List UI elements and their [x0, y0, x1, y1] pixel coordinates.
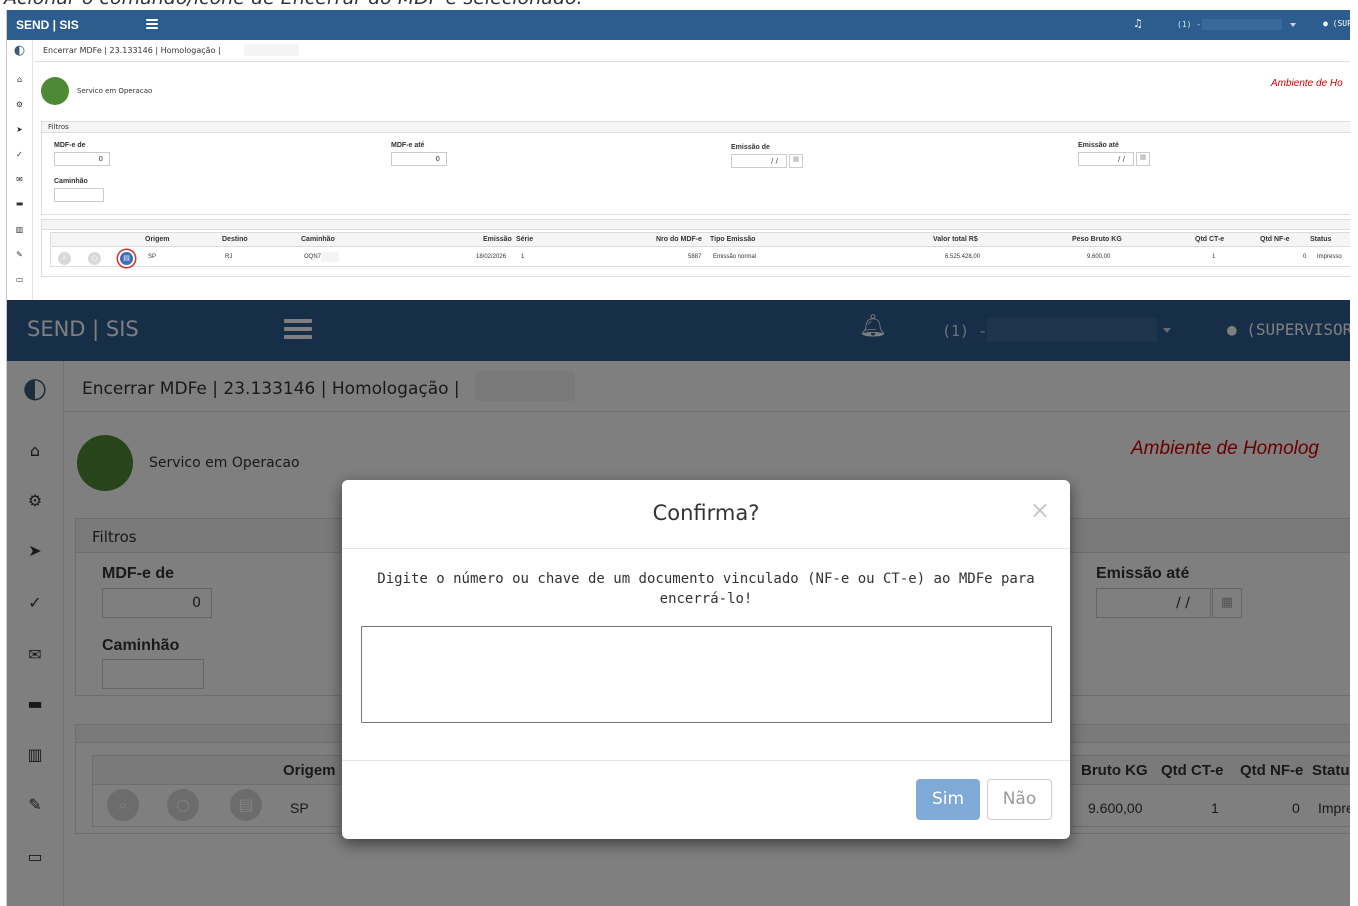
- cell-caminhao: OQN7: [304, 254, 322, 260]
- app-small: SEND | SIS ♫ (1) - ● (SUP ◐ ⌂ ⚙ ➤ ✓ ✉ ▬ …: [6, 10, 1350, 300]
- view-button[interactable]: ⌕: [58, 252, 71, 265]
- cell-tipo: Emissão normal: [713, 254, 757, 260]
- col-valor-total[interactable]: Valor total R$: [933, 236, 978, 243]
- sidebar: ◐ ⌂ ⚙ ➤ ✓ ✉ ▬ ▥ ✎ ▭: [7, 40, 33, 300]
- emissao-de-input[interactable]: / /: [731, 154, 787, 168]
- status-text: Servico em Operacao: [77, 87, 153, 95]
- page-header: Encerrar MDFe | 23.133146 | Homologação …: [34, 40, 1350, 62]
- col-nro-mdfe[interactable]: Nro do MDF-e: [656, 236, 702, 243]
- print-icon[interactable]: ▭: [7, 275, 32, 284]
- brand-logo[interactable]: SEND | SIS: [16, 18, 79, 32]
- cogs-icon[interactable]: ⚙: [7, 100, 32, 109]
- col-peso-bruto[interactable]: Peso Bruto KG: [1072, 236, 1122, 243]
- cell-valor: 6.525.428,00: [945, 254, 981, 260]
- user-name: (SUP: [1332, 19, 1350, 28]
- col-qtd-cte[interactable]: Qtd CT-e: [1195, 236, 1224, 243]
- confirm-no-button[interactable]: Não: [987, 779, 1052, 820]
- col-tipo-emissao[interactable]: Tipo Emissão: [710, 236, 755, 243]
- caption-text: Acionar o comando/ícone de Encerrar do M…: [4, 0, 583, 9]
- send-icon[interactable]: ➤: [7, 125, 32, 134]
- page-title: Encerrar MDFe | 23.133146 | Homologação …: [43, 46, 221, 55]
- cell-origem: SP: [148, 254, 157, 260]
- logo-icon[interactable]: ◐: [7, 43, 32, 58]
- emissao-de-label: Emissão de: [731, 144, 770, 151]
- cell-peso: 9.600,00: [1087, 254, 1111, 260]
- emissao-ate-label: Emissão até: [1078, 142, 1119, 149]
- envelope-icon[interactable]: ✉: [7, 175, 32, 184]
- cell-emissao: 18/02/2026: [476, 254, 507, 260]
- col-emissao[interactable]: Emissão: [483, 236, 512, 243]
- home-icon[interactable]: ⌂: [7, 75, 32, 84]
- wrench-icon[interactable]: ✎: [7, 250, 32, 259]
- environment-label: Ambiente de Ho: [1271, 78, 1343, 89]
- emissao-ate-input[interactable]: / /: [1078, 152, 1134, 166]
- truck-icon[interactable]: ▬: [7, 199, 32, 208]
- filters-title: Filtros: [48, 123, 69, 131]
- cell-qtd-nfe: 0: [1303, 254, 1307, 260]
- cell-serie: 1: [521, 254, 525, 260]
- company-caret-icon[interactable]: [1290, 23, 1296, 27]
- mdfe-ate-input[interactable]: 0: [391, 152, 447, 166]
- dialog-message: Digite o número ou chave de um documento…: [377, 571, 1035, 607]
- cell-status: Impresso: [1317, 254, 1342, 260]
- col-status[interactable]: Status: [1310, 236, 1331, 243]
- document-key-input[interactable]: [361, 626, 1052, 723]
- notifications-bell-icon[interactable]: ♫: [1133, 17, 1143, 30]
- col-origem[interactable]: Origem: [145, 236, 170, 243]
- mdfe-grid: Origem Destino Caminhão Emissão Série Nr…: [41, 219, 1350, 277]
- mdfe-de-label: MDF-e de: [54, 142, 86, 149]
- instruction-caption: Acionar o comando/ícone de Encerrar do M…: [0, 0, 1358, 10]
- col-qtd-nfe[interactable]: Qtd NF-e: [1260, 236, 1290, 243]
- confirm-dialog: Confirma? × Digite o número ou chave de …: [342, 480, 1070, 839]
- emissao-ate-calendar-icon[interactable]: ▦: [1136, 152, 1150, 166]
- status-indicator: [41, 77, 69, 105]
- encerrar-button[interactable]: ▤: [120, 252, 133, 265]
- dialog-title: Confirma?: [652, 501, 760, 525]
- mdfe-de-input[interactable]: 0: [54, 152, 110, 166]
- check-double-icon[interactable]: ✓: [7, 150, 32, 159]
- caminhao-input[interactable]: [54, 188, 104, 202]
- map-icon[interactable]: ▥: [7, 225, 32, 234]
- caminhao-label: Caminhão: [54, 178, 88, 185]
- company-name-redacted: [1202, 19, 1282, 30]
- cancel-button[interactable]: ○: [88, 252, 101, 265]
- filters-panel: Filtros MDF-e de 0 MDF-e até 0 Emissão d…: [41, 121, 1350, 215]
- col-caminhao[interactable]: Caminhão: [301, 236, 335, 243]
- confirm-yes-button[interactable]: Sim: [916, 779, 980, 820]
- user-menu[interactable]: ● (SUP: [1323, 19, 1350, 28]
- cell-destino: RJ: [225, 254, 233, 260]
- title-redacted: [244, 44, 299, 56]
- cell-nro: 5887: [688, 254, 702, 260]
- cell-qtd-cte: 1: [1212, 254, 1216, 260]
- caminhao-redacted: [321, 252, 339, 262]
- close-icon[interactable]: ×: [1030, 496, 1050, 524]
- menu-toggle-icon[interactable]: [146, 19, 158, 29]
- mdfe-ate-label: MDF-e até: [391, 142, 425, 149]
- emissao-de-calendar-icon[interactable]: ▦: [789, 154, 803, 168]
- col-destino[interactable]: Destino: [222, 236, 248, 243]
- topbar: SEND | SIS ♫ (1) - ● (SUP: [7, 10, 1350, 40]
- company-selector[interactable]: (1) -: [1177, 20, 1201, 29]
- col-serie[interactable]: Série: [516, 236, 533, 243]
